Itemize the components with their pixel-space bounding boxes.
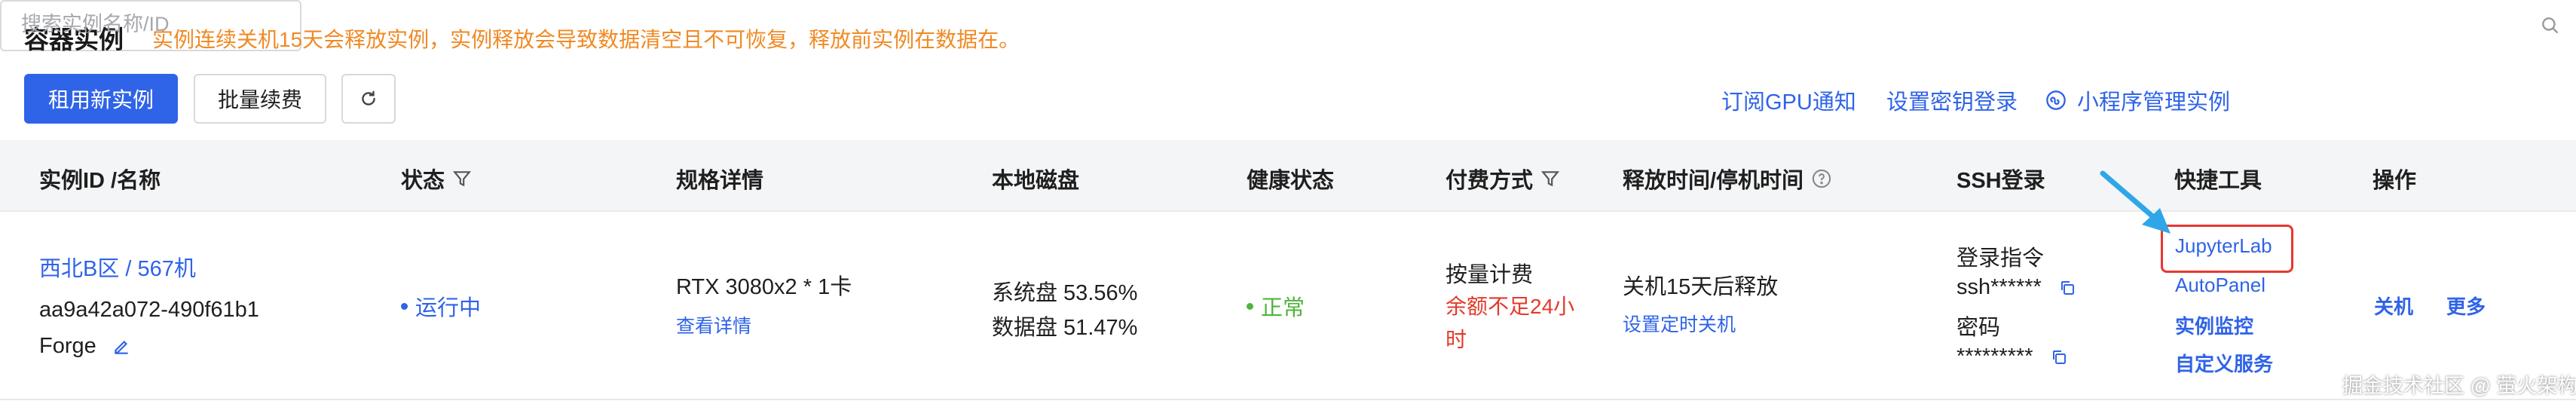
col-spec: 规格详情 — [676, 169, 764, 193]
col-instance-id: 实例ID /名称 — [39, 169, 161, 193]
status-text: 运行中 — [415, 296, 482, 320]
col-disk: 本地磁盘 — [992, 169, 1080, 193]
spec-detail-link[interactable]: 查看详情 — [676, 311, 751, 338]
billing-mode: 按量计费 — [1446, 263, 1534, 287]
instance-region-link[interactable]: 西北B区 / 567机 — [39, 251, 196, 283]
annotation-arrow-icon — [2100, 170, 2171, 234]
tool-custom-service-link[interactable]: 自定义服务 — [2175, 349, 2273, 377]
refresh-icon — [362, 90, 375, 106]
col-status[interactable]: 状态 — [401, 163, 472, 194]
search-icon[interactable] — [2540, 15, 2559, 35]
tool-autopanel-link[interactable]: AutoPanel — [2175, 274, 2265, 297]
image-name: Forge — [39, 334, 96, 358]
shutdown-button[interactable]: 关机 — [2374, 292, 2413, 320]
release-notice: 实例连续关机15天会释放实例，实例释放会导致数据清空且不可恢复，释放前实例在数据… — [152, 28, 1020, 51]
spec-text: RTX 3080x2 * 1卡 — [676, 275, 852, 299]
status-dot — [401, 302, 408, 310]
filter-icon[interactable] — [1540, 169, 1560, 188]
instance-image: Forge — [39, 334, 131, 359]
col-actions: 操作 — [2373, 169, 2417, 193]
highlight-box — [2161, 225, 2293, 273]
col-release-time: 释放时间/停机时间 — [1623, 163, 1832, 194]
col-tools: 快捷工具 — [2174, 169, 2262, 193]
ssh-password: ********* — [1956, 344, 2068, 369]
help-icon[interactable] — [1811, 168, 1832, 189]
miniprogram-manage-link[interactable]: 小程序管理实例 — [2045, 84, 2230, 116]
search-input[interactable] — [21, 11, 262, 38]
billing-warning-line1: 余额不足24小 — [1446, 295, 1575, 318]
health-status: 正常 — [1247, 290, 1305, 322]
col-billing[interactable]: 付费方式 — [1446, 163, 1560, 194]
ssh-command: ssh****** — [1956, 275, 2076, 300]
ssh-password-value: ********* — [1956, 344, 2033, 369]
edit-icon[interactable] — [112, 337, 131, 357]
batch-renew-button[interactable]: 批量续费 — [194, 74, 326, 124]
col-health: 健康状态 — [1247, 169, 1335, 193]
set-scheduled-shutdown-link[interactable]: 设置定时关机 — [1623, 310, 1736, 337]
table-header: 实例ID /名称 状态 规格详情 本地磁盘 健康状态 付费方式 释放时间/停机时… — [0, 140, 2576, 212]
filter-icon[interactable] — [452, 169, 472, 188]
status-badge: 运行中 — [401, 290, 481, 322]
billing-warning-line2: 时 — [1446, 328, 1467, 351]
subscribe-gpu-link[interactable]: 订阅GPU通知 — [1721, 84, 1856, 116]
health-text: 正常 — [1261, 296, 1305, 320]
ssh-command-label: 登录指令 — [1956, 246, 2045, 271]
rent-new-instance-button[interactable]: 租用新实例 — [24, 74, 178, 124]
miniprogram-icon — [2046, 90, 2066, 110]
ssh-command-value: ssh****** — [1956, 275, 2042, 299]
health-dot — [1247, 302, 1253, 310]
instance-id: aa9a42a072-490f61b1 — [39, 298, 259, 322]
release-policy: 关机15天后释放 — [1623, 275, 1779, 299]
refresh-button[interactable] — [341, 74, 396, 124]
system-disk: 系统盘 53.56% — [992, 281, 1138, 305]
ssh-password-label: 密码 — [1956, 316, 2001, 340]
miniprogram-manage-label: 小程序管理实例 — [2077, 90, 2231, 115]
set-key-login-link[interactable]: 设置密钥登录 — [1886, 84, 2018, 116]
copy-icon[interactable] — [2050, 348, 2068, 366]
more-button[interactable]: 更多 — [2446, 292, 2486, 320]
tool-monitor-link[interactable]: 实例监控 — [2175, 311, 2253, 339]
col-ssh: SSH登录 — [1956, 169, 2045, 193]
data-disk: 数据盘 51.47% — [992, 316, 1138, 340]
copy-icon[interactable] — [2058, 279, 2076, 297]
watermark: 掘金技术社区 @ 萤火架构 — [2342, 375, 2576, 397]
